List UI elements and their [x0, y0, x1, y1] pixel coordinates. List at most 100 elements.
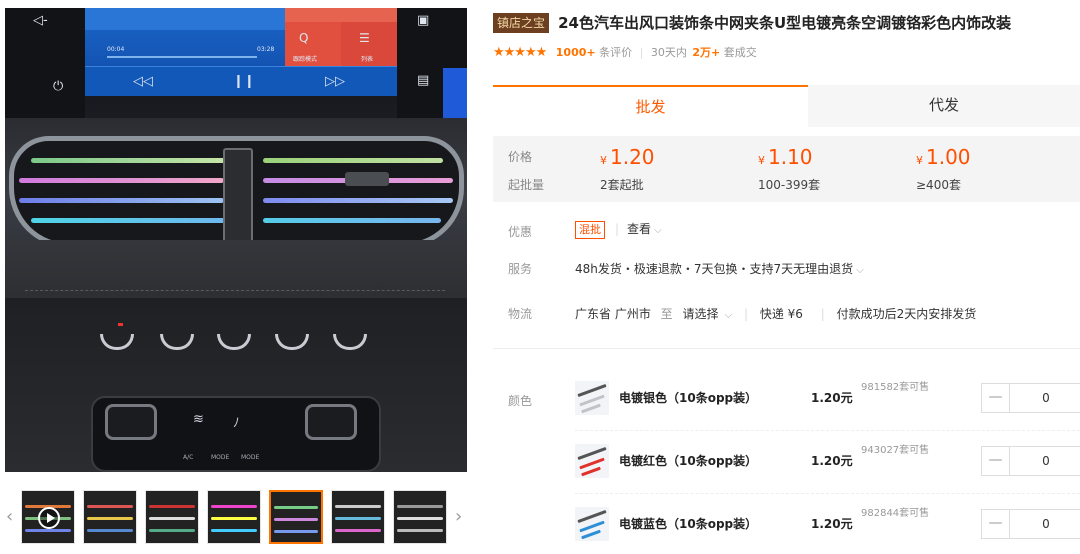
tier-price: ¥1.10	[758, 147, 813, 167]
thumbnail[interactable]	[393, 490, 447, 544]
tier-price-value: 1.10	[768, 145, 813, 169]
thumbnail[interactable]	[269, 490, 323, 544]
tab-wholesale[interactable]: 批发	[493, 85, 808, 127]
thumbnail-stripe	[149, 517, 195, 520]
thumbnail[interactable]	[331, 490, 385, 544]
time-total: 03:28	[257, 46, 275, 53]
ac-label: A/C	[183, 454, 194, 461]
decrement-button[interactable]: —	[982, 384, 1010, 412]
mixed-batch-tag: 混批	[575, 221, 605, 239]
main-product-image[interactable]: ◁- ⏻ Q 跟踪模式 ☰ 列表 00:04 03:28 ◁◁ ❙❙ ▷▷ ▣ …	[5, 8, 467, 472]
sku-thumbnail[interactable]	[575, 507, 609, 541]
sku-name: 电镀蓝色（10条opp装）	[619, 517, 758, 531]
chevron-down-icon[interactable]: ⌵	[856, 265, 864, 276]
quantity-input[interactable]: 0	[1010, 447, 1080, 475]
quantity-input[interactable]: 0	[1010, 384, 1080, 412]
divider: |	[639, 46, 644, 59]
sales-prefix: 30天内	[650, 46, 687, 59]
decrement-button[interactable]: —	[982, 510, 1010, 538]
thumbnail-stripe	[211, 529, 257, 532]
sku-thumbnail[interactable]	[575, 381, 609, 415]
vent-tab	[345, 172, 389, 186]
quantity-input[interactable]: 0	[1010, 510, 1080, 538]
quantity-stepper: —0	[981, 509, 1080, 539]
tier-qty: 100-399套	[758, 178, 821, 192]
thumbnail-stripe	[335, 517, 381, 520]
shipping-fee: 快递 ¥6	[759, 307, 803, 321]
phone-icon: ▣	[417, 13, 430, 28]
to-label: 至	[660, 307, 673, 321]
divider: |	[820, 307, 825, 321]
sales-suffix: 套成交	[723, 46, 757, 59]
thumbnail-stripe	[149, 529, 195, 532]
fan-icon: ≋	[193, 412, 204, 427]
thumbnail[interactable]	[83, 490, 137, 544]
sku-thumbnail[interactable]	[575, 444, 609, 478]
dash-left-panel: ◁- ⏻	[5, 8, 85, 118]
thumbnail[interactable]	[21, 490, 75, 544]
product-meta: ★★★★★ 1000+ 条评价 | 30天内 2万+ 套成交	[493, 44, 757, 62]
origin-location: 广东省 广州市	[575, 307, 651, 321]
tab-dropship[interactable]: 代发	[808, 85, 1080, 127]
service-label: 服务	[508, 262, 533, 276]
display-tile-top	[285, 8, 397, 22]
infotainment-display: Q 跟踪模式 ☰ 列表 00:04 03:28 ◁◁ ❙❙ ▷▷	[85, 8, 397, 96]
tier-qty: 2套起批	[600, 178, 644, 192]
power-icon: ⏻	[53, 79, 64, 94]
sku-stock: 981582套可售	[861, 382, 930, 393]
sales-count: 2万+	[692, 46, 721, 59]
trim-strip-green	[263, 158, 443, 163]
thumbnail-stripe	[87, 517, 133, 520]
thumbnail-stripe	[397, 505, 443, 508]
sku-divider	[575, 430, 1080, 431]
currency-symbol: ¥	[916, 154, 923, 167]
pause-icon: ❙❙	[233, 74, 255, 89]
sku-row: 电镀银色（10条opp装） 1.20元 981582套可售 —0	[575, 381, 1080, 421]
tier-price-value: 1.00	[926, 145, 971, 169]
thumbnail[interactable]	[207, 490, 261, 544]
sku-swatch	[579, 457, 605, 470]
sku-stock: 943027套可售	[861, 445, 930, 456]
quantity-stepper: —0	[981, 446, 1080, 476]
review-count[interactable]: 1000+	[556, 46, 596, 59]
thumbnail[interactable]	[145, 490, 199, 544]
view-promo-link[interactable]: 查看	[627, 222, 651, 236]
stitching	[25, 290, 445, 291]
product-title-row: 镇店之宝 24色汽车出风口装饰条中网夹条U型电镀亮条空调镀铬彩色内饰改装	[493, 12, 1080, 38]
thumbnail-stripe	[335, 505, 381, 508]
tier-price: ¥1.20	[600, 147, 655, 167]
trim-strip-green	[31, 158, 231, 163]
thumbnail-stripe	[397, 517, 443, 520]
logistics-row: 广东省 广州市 至 请选择 ⌵ | 快递 ¥6 | 付款成功后2天内安排发货	[575, 305, 976, 322]
vent-center-clip	[223, 148, 253, 248]
thumbnail-stripe	[335, 529, 381, 532]
thumb-prev-arrow[interactable]: ‹	[6, 508, 13, 526]
chevron-down-icon[interactable]: ⌵	[654, 225, 662, 236]
purchase-tabs: 批发 代发	[493, 85, 1080, 127]
thumbnail-stripe	[274, 506, 318, 509]
product-page: ◁- ⏻ Q 跟踪模式 ☰ 列表 00:04 03:28 ◁◁ ❙❙ ▷▷ ▣ …	[0, 0, 1080, 554]
sku-name: 电镀银色（10条opp装）	[619, 391, 758, 405]
thumbnail-stripe	[397, 529, 443, 532]
price-label: 价格	[508, 150, 533, 164]
thumbnail-stripe	[87, 505, 133, 508]
tier-price: ¥1.00	[916, 147, 971, 167]
fast-forward-icon: ▷▷	[325, 74, 345, 89]
quantity-stepper: —0	[981, 383, 1080, 413]
trim-strip-purple	[263, 198, 453, 203]
trim-strip-blue	[31, 218, 226, 223]
play-video-icon[interactable]	[38, 507, 60, 529]
destination-select[interactable]: 请选择	[683, 307, 719, 321]
thumb-next-arrow[interactable]: ›	[455, 508, 462, 526]
chevron-down-icon[interactable]: ⌵	[725, 310, 733, 321]
display-top-bar	[85, 8, 285, 30]
review-label[interactable]: 条评价	[599, 46, 632, 59]
service-row[interactable]: 48h发货・极速退款・7天包换・支持7天无理由退货 ⌵	[575, 260, 864, 277]
sku-row: 电镀蓝色（10条opp装） 1.20元 982844套可售 —0	[575, 507, 1080, 547]
progress-bar	[107, 56, 257, 58]
rewind-icon: ◁◁	[133, 74, 153, 89]
decrement-button[interactable]: —	[982, 447, 1010, 475]
trim-strip-purple	[19, 198, 224, 203]
sku-swatch	[581, 529, 601, 540]
store-badge: 镇店之宝	[493, 12, 550, 33]
